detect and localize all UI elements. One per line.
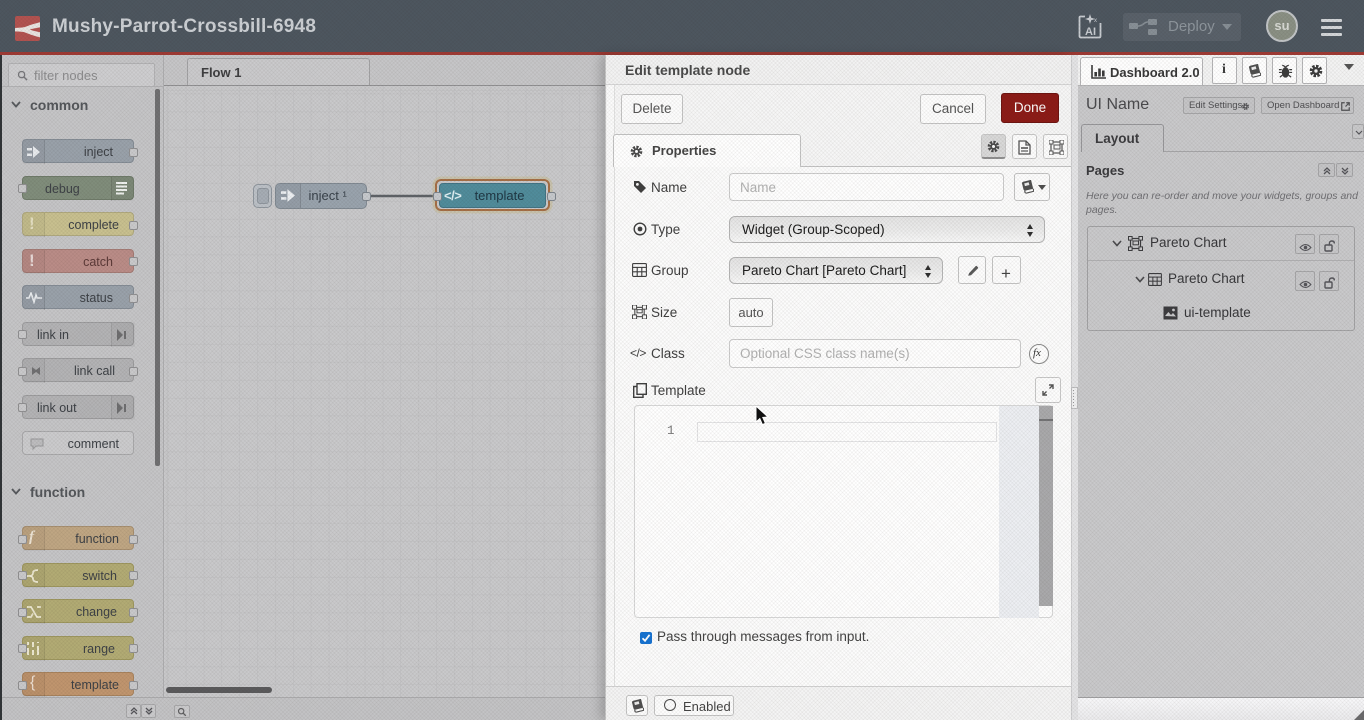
svg-text:x: x	[1094, 18, 1097, 24]
svg-text:AI: AI	[1085, 26, 1096, 38]
